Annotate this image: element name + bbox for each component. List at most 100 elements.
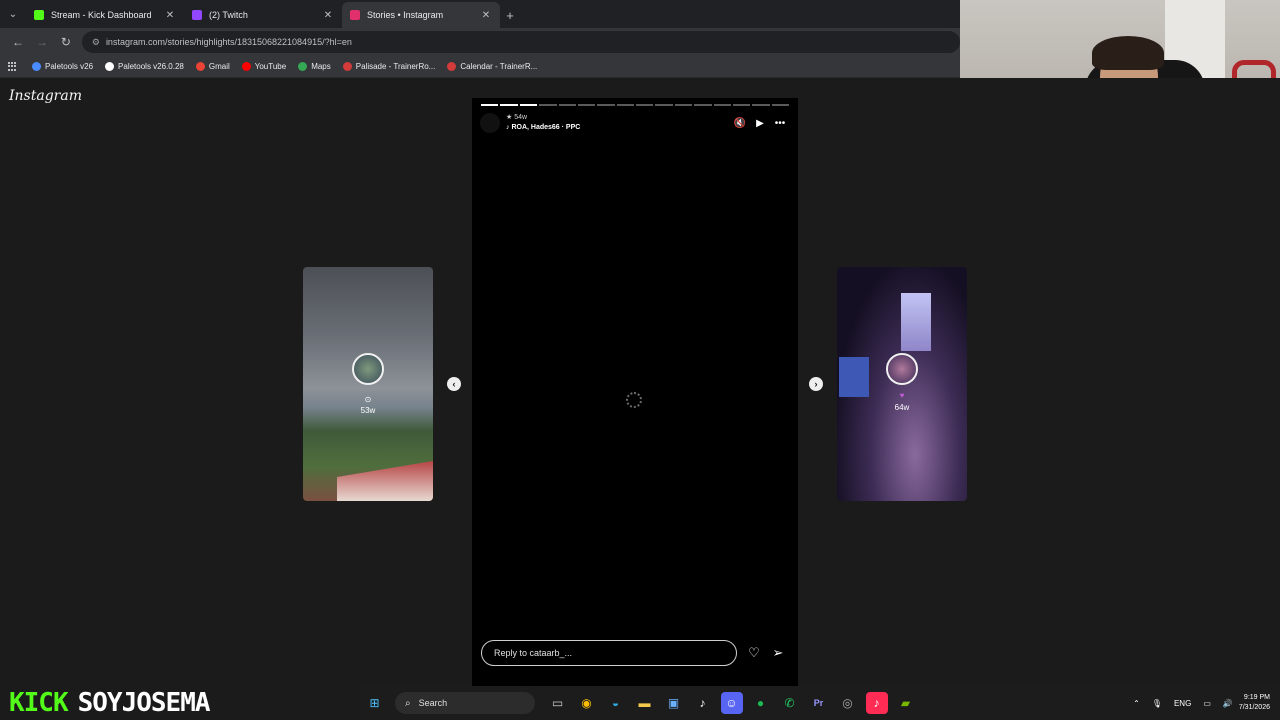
tab-instagram-stories[interactable]: Stories • Instagram ✕ (342, 2, 500, 28)
streamer-username: SOYJOSEMA (77, 688, 211, 718)
bookmark-maps[interactable]: Maps (298, 62, 331, 71)
story-age: ★ 54w (506, 114, 528, 121)
tiktok-live-icon[interactable]: ♪ (865, 692, 888, 714)
close-icon[interactable]: ✕ (322, 10, 334, 21)
bookmark-calendar[interactable]: Calendar - TrainerR... (447, 62, 537, 71)
file-explorer-icon[interactable]: ▬ (634, 692, 656, 714)
tab-kick-dashboard[interactable]: Stream - Kick Dashboard ✕ (26, 2, 184, 28)
clock-time: 9:19 PM (1243, 694, 1270, 701)
apps-grid-icon[interactable] (8, 61, 18, 72)
story-thumbnail-image (901, 293, 931, 351)
close-icon[interactable]: ✕ (480, 10, 492, 21)
story-progress-segment (481, 104, 499, 106)
story-progress-segment (539, 104, 557, 106)
story-progress-segment (616, 104, 634, 106)
bookmark-label: Paletools v26.0.28 (118, 62, 184, 71)
mute-icon[interactable]: 🔇 (730, 115, 750, 131)
back-arrow-icon[interactable]: ← (6, 30, 30, 54)
story-progress-segment (713, 104, 731, 106)
chrome-icon[interactable]: ◉ (576, 692, 598, 714)
premiere-pro-icon[interactable]: Pr (808, 692, 830, 714)
story-progress-segment (597, 104, 615, 106)
youtube-icon (241, 62, 251, 71)
story-progress-segment (577, 104, 596, 106)
previous-story-arrow-icon[interactable]: ‹ (447, 377, 461, 391)
tab-twitch[interactable]: (2) Twitch ✕ (184, 2, 342, 28)
url-text: instagram.com/stories/highlights/1831506… (105, 37, 352, 47)
avatar[interactable] (480, 113, 500, 133)
gmail-icon (195, 62, 205, 71)
whatsapp-icon[interactable]: ✆ (779, 692, 801, 714)
avatar (886, 353, 918, 385)
bookmark-gmail[interactable]: Gmail (195, 62, 230, 71)
bookmark-youtube[interactable]: YouTube (241, 62, 287, 71)
story-progress-segment (636, 104, 654, 106)
close-icon[interactable]: ✕ (164, 10, 176, 21)
story-progress-segment (732, 104, 751, 106)
instagram-logo[interactable]: Instagram (9, 88, 82, 104)
kick-logo: KICK (9, 688, 69, 718)
story-music[interactable]: ♪ ROA, Hades66 · PPC (506, 123, 730, 133)
nvidia-icon[interactable]: ▰ (895, 692, 917, 714)
microphone-icon[interactable]: 🎙 (1152, 699, 1162, 708)
story-thumbnail-image (337, 461, 433, 501)
chrome-profile-icon[interactable]: ◎ (837, 692, 859, 714)
reply-input[interactable]: Reply to cataarb_... (481, 640, 737, 666)
reload-icon[interactable]: ↻ (54, 30, 78, 54)
story-progress-bar (481, 104, 789, 106)
bookmark-icon (32, 62, 41, 71)
bookmark-label: YouTube (254, 62, 287, 71)
stream-overlay: KICK SOYJOSEMA (0, 686, 360, 720)
bookmark-paletools-v26[interactable]: Paletools v26 (32, 62, 93, 71)
tab-title: Stories • Instagram (367, 10, 444, 20)
story-progress-segment (500, 104, 518, 106)
edge-icon[interactable]: ◒ (605, 692, 627, 714)
send-icon[interactable]: ➢ (770, 645, 786, 660)
site-info-icon[interactable]: ⚙ (92, 37, 100, 48)
kick-favicon-icon (34, 10, 44, 20)
task-view-icon[interactable]: ▭ (547, 692, 569, 714)
previous-story-card[interactable]: ⊙ 53w (303, 267, 433, 501)
store-icon[interactable]: ▣ (663, 692, 685, 714)
story-heart-icon: ♥ (899, 391, 905, 400)
taskbar-search[interactable]: ⌕ Search (395, 692, 535, 714)
new-tab-button[interactable]: + (500, 2, 520, 28)
play-icon[interactable]: ▶ (750, 115, 770, 131)
bookmark-paletools-v26-0-28[interactable]: Paletools v26.0.28 (105, 62, 184, 71)
clock[interactable]: 9:19 PM 7/31/2026 (1239, 693, 1270, 713)
discord-icon[interactable]: ☺ (720, 692, 743, 714)
address-bar[interactable]: ⚙ instagram.com/stories/highlights/18315… (81, 31, 961, 53)
volume-icon[interactable]: 🔊 (1223, 699, 1233, 708)
webcam-person (1092, 36, 1164, 70)
search-placeholder: Search (418, 698, 448, 708)
next-story-arrow-icon[interactable]: › (809, 377, 823, 391)
more-options-icon[interactable]: ••• (770, 115, 790, 131)
forward-arrow-icon[interactable]: → (30, 30, 54, 54)
story-viewer[interactable]: ★ 54w ♪ ROA, Hades66 · PPC 🔇 ▶ ••• Reply… (472, 98, 798, 686)
bookmark-palisade[interactable]: Palisade - TrainerRo... (342, 62, 436, 71)
twitch-favicon-icon (192, 10, 202, 20)
story-progress-segment (674, 104, 693, 106)
story-progress-segment (519, 104, 538, 106)
story-age-text: 54w (514, 114, 528, 121)
story-progress-segment (655, 104, 673, 106)
windows-taskbar: ⊞ ⌕ Search ▭ ◉ ◒ ▬ ▣ ♪ ☺ ● ✆ Pr ◎ ♪ ▰ ⌃ 🎙… (360, 686, 1280, 720)
story-progress-segment (558, 104, 576, 106)
trainerroad-icon (342, 62, 352, 71)
monitor-icon[interactable]: ▭ (1203, 699, 1211, 708)
tiktok-icon[interactable]: ♪ (692, 692, 714, 714)
bookmark-label: Palisade - TrainerRo... (355, 62, 436, 71)
spotify-icon[interactable]: ● (750, 692, 772, 714)
windows-start-icon[interactable]: ⊞ (364, 692, 386, 714)
story-progress-segment (771, 104, 789, 106)
browser-toolbar: ← → ↻ ⚙ instagram.com/stories/highlights… (0, 28, 961, 56)
bookmark-icon (105, 62, 115, 71)
like-heart-icon[interactable]: ♡ (746, 645, 762, 660)
tab-search-icon[interactable]: ⌄ (0, 0, 26, 28)
chevron-up-icon[interactable]: ⌃ (1133, 699, 1140, 708)
story-progress-segment (694, 104, 712, 106)
story-header: ★ 54w ♪ ROA, Hades66 · PPC 🔇 ▶ ••• (480, 112, 790, 134)
language-indicator[interactable]: ENG (1174, 699, 1191, 708)
next-story-card[interactable]: ♥ 64w (837, 267, 967, 501)
clock-date: 7/31/2026 (1238, 704, 1270, 711)
